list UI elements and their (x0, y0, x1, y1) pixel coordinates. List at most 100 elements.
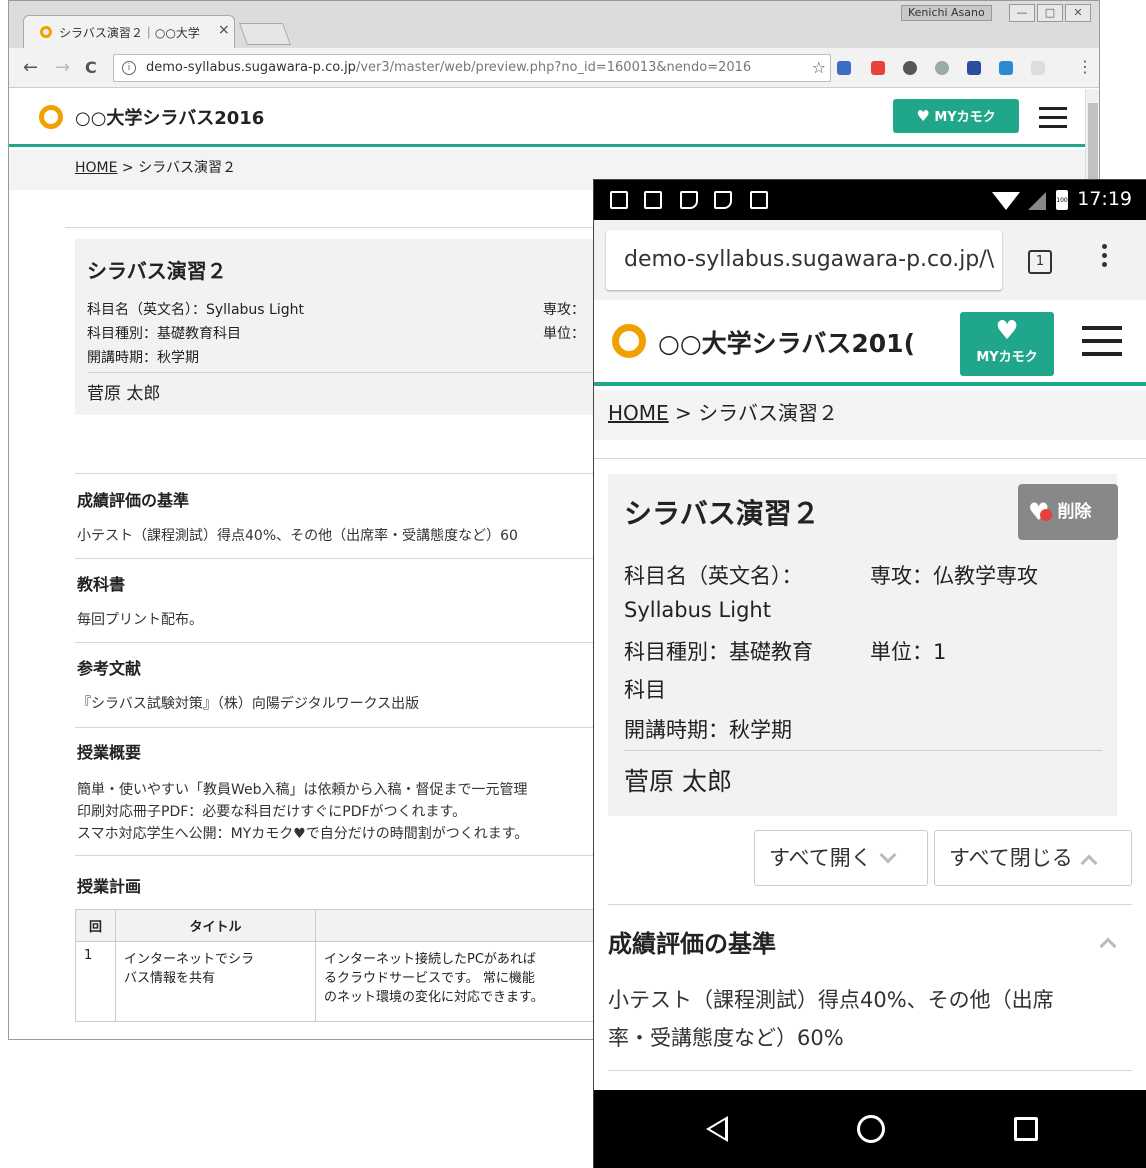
plan-table: 回 タイトル 1 インターネットでシラ バス情報を共有 インターネット接続したPC… (75, 909, 615, 1022)
mobile-course-term: 開講時期：秋学期 (624, 718, 792, 742)
section-heading-textbook: 教科書 (77, 575, 126, 594)
image-icon (644, 191, 662, 209)
divider (75, 855, 605, 856)
table-header-title: タイトル (115, 909, 316, 942)
window-user-badge: Kenichi Asano (901, 5, 992, 21)
back-arrow-icon[interactable]: ← (23, 57, 38, 78)
breadcrumb-home-link[interactable]: HOME (75, 160, 117, 176)
divider (87, 372, 605, 373)
heart-icon: ♥ (916, 107, 930, 125)
table-header-desc (315, 909, 615, 942)
mykamoku-label: MYカモク (976, 350, 1038, 365)
mobile-course-en-name-2: Syllabus Light (624, 598, 771, 622)
info-icon[interactable]: i (122, 61, 136, 75)
mobile-course-category-1: 科目種別：基礎教育 (624, 640, 813, 664)
close-all-button[interactable]: すべて閉じる (934, 830, 1132, 886)
mykamoku-label: MYカモク (934, 110, 996, 125)
extension-globe-icon[interactable] (935, 61, 949, 75)
close-window-button[interactable]: ✕ (1065, 4, 1091, 22)
extension-v-icon[interactable] (967, 61, 981, 75)
home-circle-icon[interactable] (857, 1115, 885, 1143)
course-info-box: シラバス演習２ 科目名（英文名）：Syllabus Light 科目種別：基礎教… (75, 239, 605, 415)
hamburger-menu-icon[interactable] (1082, 326, 1122, 356)
section-heading-grading: 成績評価の基準 (77, 491, 190, 510)
table-header-no: 回 (75, 909, 116, 942)
mobile-browser-toolbar: demo-syllabus.sugawara-p.co.jp/\ 1 (594, 220, 1146, 300)
mobile-screen: 100 17:19 demo-syllabus.sugawara-p.co.jp… (594, 180, 1146, 1168)
tab-title: シラバス演習２｜○○大学 (59, 26, 200, 40)
breadcrumb-current: シラバス演習２ (698, 401, 838, 425)
clipboard-check-icon (750, 191, 768, 209)
hamburger-menu-icon[interactable] (1039, 107, 1067, 128)
mobile-section-heading-grading: 成績評価の基準 (608, 930, 776, 958)
mobile-page: ○○大学シラバス201( ♥ MYカモク HOME > シラバス演習２ シラバス… (594, 300, 1146, 1090)
mobile-address-bar[interactable]: demo-syllabus.sugawara-p.co.jp/\ (606, 230, 1002, 290)
address-url: demo-syllabus.sugawara-p.co.jp/ver3/mast… (146, 60, 752, 75)
course-en-name: 科目名（英文名）：Syllabus Light (87, 302, 304, 318)
divider (75, 727, 605, 728)
section-text-references: 『シラバス試験対策』（株）向陽デジタルワークス出版 (77, 696, 420, 712)
mobile-breadcrumb: HOME > シラバス演習２ (594, 390, 1146, 440)
mobile-course-title: シラバス演習２ (624, 497, 820, 530)
maximize-button[interactable]: □ (1037, 4, 1063, 22)
breadcrumb-separator: > (117, 160, 139, 176)
extension-new-icon[interactable] (837, 61, 851, 75)
minimize-button[interactable]: — (1009, 4, 1035, 22)
divider (75, 473, 605, 474)
overflow-menu-icon[interactable] (1102, 244, 1108, 271)
mobile-section-text-1: 小テスト（課程測試）得点40%、その他（出席 (608, 988, 1054, 1012)
chevron-up-icon[interactable] (1099, 937, 1117, 955)
bookmark-flag-icon (714, 191, 732, 209)
section-text-textbook: 毎回プリント配布。 (77, 612, 203, 628)
mobile-course-card: シラバス演習２ ♥ 削除 科目名（英文名）： Syllabus Light 専攻… (608, 474, 1118, 816)
delete-button[interactable]: ♥ 削除 (1018, 484, 1118, 540)
mobile-course-category-2: 科目 (624, 678, 666, 702)
back-triangle-inner (710, 1120, 725, 1138)
section-heading-overview: 授業概要 (77, 743, 142, 762)
breadcrumb-home-link[interactable]: HOME (608, 401, 669, 425)
mykamoku-button[interactable]: ♥ MYカモク (893, 99, 1019, 133)
wifi-icon (992, 192, 1020, 210)
mobile-course-teacher: 菅原 太郎 (624, 767, 732, 796)
heart-icon: ♥ (995, 316, 1019, 346)
divider (608, 904, 1132, 905)
extension-window-icon[interactable] (999, 61, 1013, 75)
bookmark-star-icon[interactable]: ☆ (812, 58, 826, 77)
extension-pinwheel-icon[interactable] (871, 61, 885, 75)
table-cell-no: 1 (75, 941, 116, 1022)
new-tab-button[interactable] (238, 23, 292, 45)
forward-arrow-icon[interactable]: → (55, 57, 70, 78)
open-all-button[interactable]: すべて開く (754, 830, 928, 886)
browser-menu-icon[interactable]: ⋮ (1077, 57, 1093, 76)
status-bar: 100 17:19 (594, 180, 1146, 220)
site-header: ○○大学シラバス2016 ♥ MYカモク (9, 89, 1085, 147)
browser-tab[interactable]: シラバス演習２｜○○大学 × (23, 15, 235, 48)
tab-switcher-button[interactable]: 1 (1028, 250, 1052, 274)
divider (608, 1070, 1132, 1071)
chevron-down-icon (879, 846, 897, 864)
chevron-up-icon (1080, 854, 1098, 872)
address-bar[interactable]: i demo-syllabus.sugawara-p.co.jp/ver3/ma… (113, 54, 831, 82)
mobile-section-text-2: 率・受講態度など）60% (608, 1026, 844, 1050)
site-title[interactable]: ○○大学シラバス2016 (75, 104, 264, 130)
reload-icon[interactable]: C (85, 58, 97, 77)
browser-toolbar: ← → C i demo-syllabus.sugawara-p.co.jp/v… (9, 48, 1099, 88)
divider (65, 227, 605, 228)
course-term: 開講時期：秋学期 (87, 350, 199, 366)
mobile-mykamoku-button[interactable]: ♥ MYカモク (960, 312, 1054, 376)
table-cell-desc: インターネット接続したPCがあれば るクラウドサービスです。 常に機能 のネット環境… (315, 941, 615, 1022)
recent-apps-square-icon[interactable] (1014, 1117, 1038, 1141)
extension-cloud-icon[interactable] (903, 61, 917, 75)
android-nav-bar (594, 1090, 1146, 1168)
mobile-site-title[interactable]: ○○大学シラバス201( (658, 324, 928, 360)
section-heading-plan: 授業計画 (77, 877, 142, 896)
mobile-course-en-name-1: 科目名（英文名）： (624, 564, 803, 588)
delete-label: 削除 (1057, 502, 1092, 522)
section-text-grading: 小テスト（課程測試）得点40%、その他（出席率・受講態度など）60 (77, 528, 518, 544)
close-all-label: すべて閉じる (949, 846, 1073, 870)
extension-play-icon[interactable] (1031, 61, 1045, 75)
logo-icon (39, 105, 63, 129)
tab-close-icon[interactable]: × (218, 22, 230, 38)
table-header-row: 回 タイトル (75, 909, 615, 942)
title-bar: シラバス演習２｜○○大学 × Kenichi Asano — □ ✕ (9, 1, 1099, 48)
